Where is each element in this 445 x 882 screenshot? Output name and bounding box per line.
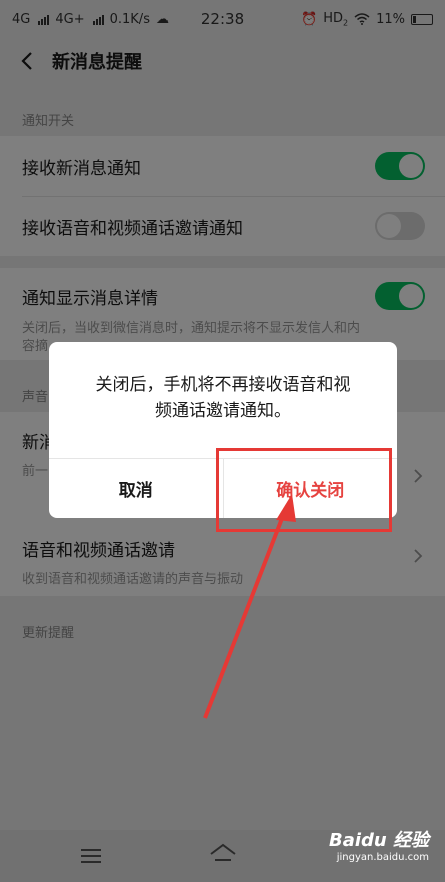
watermark-url: jingyan.baidu.com bbox=[336, 852, 429, 863]
watermark-brand: Baidu 经验 bbox=[328, 830, 429, 851]
watermark: Baidu 经验 jingyan.baidu.com bbox=[329, 826, 429, 863]
annotation-arrow bbox=[203, 494, 296, 719]
